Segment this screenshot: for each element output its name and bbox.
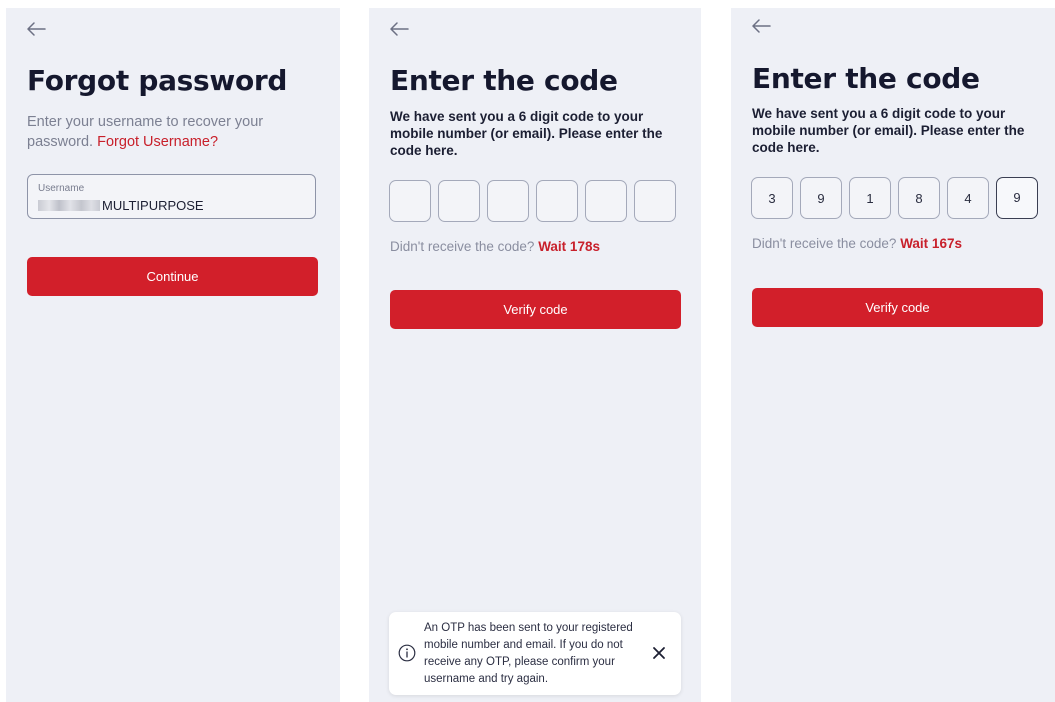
resend-prompt: Didn't receive the code? Wait 167s <box>752 236 962 251</box>
username-field[interactable]: Username MULTIPURPOSE <box>27 174 316 219</box>
back-arrow-icon[interactable] <box>25 20 47 38</box>
username-label: Username <box>38 183 85 194</box>
username-value[interactable]: MULTIPURPOSE <box>38 198 204 213</box>
otp-digit-2[interactable] <box>438 180 480 222</box>
otp-digit-6[interactable]: 9 <box>996 177 1038 219</box>
verify-code-button[interactable]: Verify code <box>390 290 681 329</box>
verify-code-button[interactable]: Verify code <box>752 288 1043 327</box>
close-icon[interactable] <box>651 645 667 661</box>
redacted-text <box>38 200 100 211</box>
username-text: MULTIPURPOSE <box>102 198 204 213</box>
resend-countdown: Wait 167s <box>900 236 962 251</box>
forgot-username-link[interactable]: Forgot Username? <box>97 134 218 150</box>
otp-sent-toast: An OTP has been sent to your registered … <box>389 612 681 695</box>
page-subtitle: Enter your username to recover your pass… <box>27 112 317 152</box>
otp-digit-1[interactable] <box>389 180 431 222</box>
code-description: We have sent you a 6 digit code to your … <box>752 106 1025 155</box>
page-title: Enter the code <box>752 62 980 95</box>
page-title: Enter the code <box>390 64 618 97</box>
otp-digit-2[interactable]: 9 <box>800 177 842 219</box>
back-arrow-icon[interactable] <box>388 20 410 38</box>
otp-digit-5[interactable] <box>585 180 627 222</box>
enter-code-screen-filled: Enter the code We have sent you a 6 digi… <box>731 8 1055 702</box>
otp-digit-4[interactable]: 8 <box>898 177 940 219</box>
otp-input-row: 3 9 1 8 4 9 <box>751 177 1038 219</box>
otp-digit-5[interactable]: 4 <box>947 177 989 219</box>
page-title: Forgot password <box>27 64 288 97</box>
otp-input-row <box>389 180 676 222</box>
otp-digit-3[interactable]: 1 <box>849 177 891 219</box>
resend-countdown: Wait 178s <box>538 239 600 254</box>
code-description: We have sent you a 6 digit code to your … <box>390 109 663 158</box>
resend-prompt: Didn't receive the code? Wait 178s <box>390 239 600 254</box>
resend-text: Didn't receive the code? <box>390 239 535 254</box>
back-arrow-icon[interactable] <box>750 17 772 35</box>
otp-digit-1[interactable]: 3 <box>751 177 793 219</box>
otp-digit-6[interactable] <box>634 180 676 222</box>
forgot-password-screen: Forgot password Enter your username to r… <box>6 8 340 702</box>
enter-code-screen-empty: Enter the code We have sent you a 6 digi… <box>369 8 701 702</box>
resend-text: Didn't receive the code? <box>752 236 897 251</box>
continue-button[interactable]: Continue <box>27 257 318 296</box>
info-icon <box>398 644 416 662</box>
otp-digit-3[interactable] <box>487 180 529 222</box>
otp-digit-4[interactable] <box>536 180 578 222</box>
toast-message: An OTP has been sent to your registered … <box>424 622 633 685</box>
